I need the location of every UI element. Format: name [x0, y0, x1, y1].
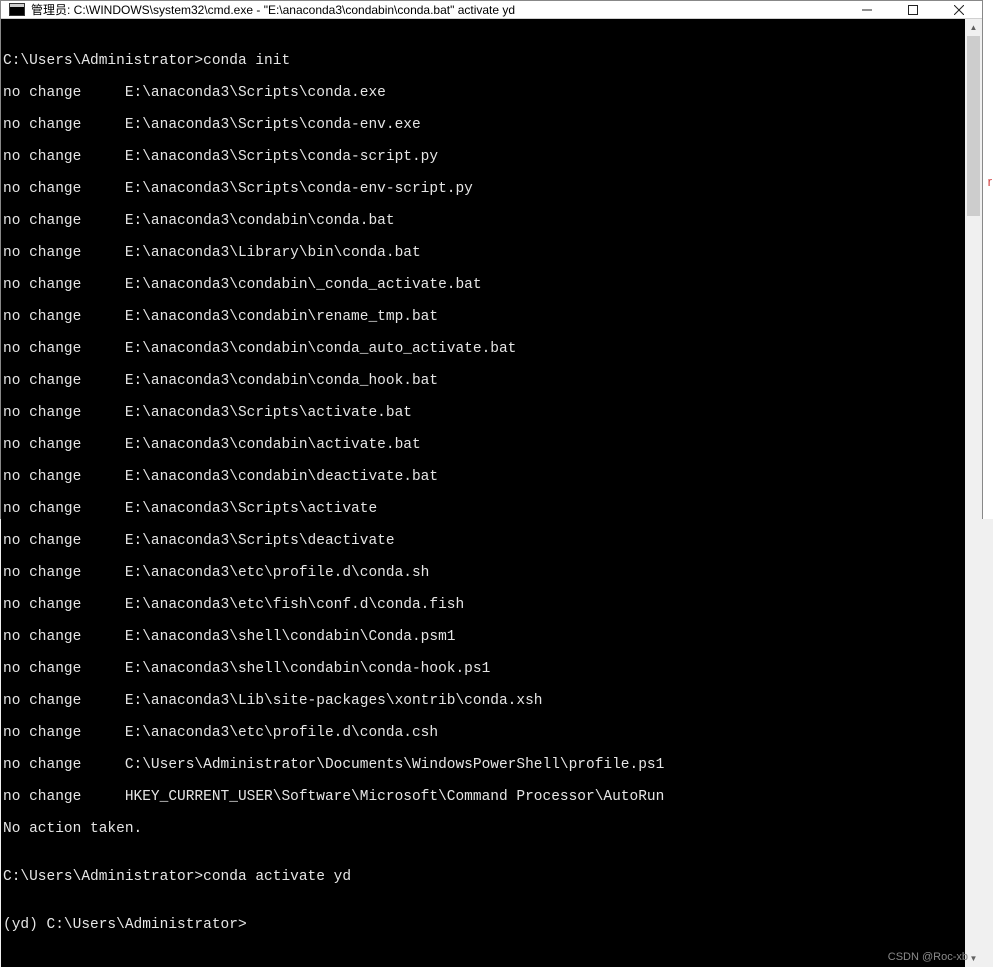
output-line: no change E:\anaconda3\condabin\rename_t… [3, 309, 965, 325]
maximize-button[interactable] [890, 1, 936, 18]
output-line: no change E:\anaconda3\condabin\conda_au… [3, 341, 965, 357]
output-line: no change E:\anaconda3\condabin\deactiva… [3, 469, 965, 485]
output-line: no change E:\anaconda3\condabin\conda.ba… [3, 213, 965, 229]
output-line: no change E:\anaconda3\Scripts\conda-env… [3, 181, 965, 197]
terminal[interactable]: C:\Users\Administrator>conda init no cha… [1, 19, 965, 967]
output-line: no change E:\anaconda3\Scripts\conda-env… [3, 117, 965, 133]
output-line: No action taken. [3, 821, 965, 837]
page-background-slice [983, 0, 993, 519]
terminal-area: C:\Users\Administrator>conda init no cha… [1, 19, 982, 967]
prompt-command: conda activate yd [203, 869, 351, 885]
output-line: no change E:\anaconda3\etc\profile.d\con… [3, 725, 965, 741]
output-line: no change E:\anaconda3\Scripts\activate.… [3, 405, 965, 421]
output-line: no change E:\anaconda3\condabin\activate… [3, 437, 965, 453]
output-line: no change E:\anaconda3\condabin\_conda_a… [3, 277, 965, 293]
output-line: no change E:\anaconda3\etc\fish\conf.d\c… [3, 597, 965, 613]
prompt-line: (yd) C:\Users\Administrator> [3, 917, 965, 933]
scrollbar[interactable]: ▲ ▼ [965, 19, 982, 967]
output-line: no change E:\anaconda3\shell\condabin\co… [3, 661, 965, 677]
window-controls [844, 1, 982, 18]
output-line: no change C:\Users\Administrator\Documen… [3, 757, 965, 773]
titlebar[interactable]: 管理员: C:\WINDOWS\system32\cmd.exe - "E:\a… [1, 1, 982, 19]
cmd-window: 管理员: C:\WINDOWS\system32\cmd.exe - "E:\a… [0, 0, 983, 519]
scroll-down-button[interactable]: ▼ [965, 950, 982, 967]
output-line: no change E:\anaconda3\Scripts\conda.exe [3, 85, 965, 101]
output-line: no change E:\anaconda3\shell\condabin\Co… [3, 629, 965, 645]
cmd-icon [9, 3, 25, 16]
prompt-line: C:\Users\Administrator>conda init [3, 53, 965, 69]
close-button[interactable] [936, 1, 982, 18]
cropped-text-fragment: r [988, 174, 992, 189]
minimize-button[interactable] [844, 1, 890, 18]
output-line: no change E:\anaconda3\etc\profile.d\con… [3, 565, 965, 581]
output-line: no change E:\anaconda3\Scripts\activate [3, 501, 965, 517]
prompt-path: C:\Users\Administrator> [3, 53, 203, 69]
output-line: no change E:\anaconda3\condabin\conda_ho… [3, 373, 965, 389]
prompt-line: C:\Users\Administrator>conda activate yd [3, 869, 965, 885]
output-line: no change E:\anaconda3\Lib\site-packages… [3, 693, 965, 709]
output-line: no change HKEY_CURRENT_USER\Software\Mic… [3, 789, 965, 805]
scroll-up-button[interactable]: ▲ [965, 19, 982, 36]
output-line: no change E:\anaconda3\Library\bin\conda… [3, 245, 965, 261]
output-line: no change E:\anaconda3\Scripts\conda-scr… [3, 149, 965, 165]
output-line: no change E:\anaconda3\Scripts\deactivat… [3, 533, 965, 549]
prompt-command: conda init [203, 53, 290, 69]
scroll-thumb[interactable] [967, 36, 980, 216]
prompt-path: C:\Users\Administrator> [3, 869, 203, 885]
window-title: 管理员: C:\WINDOWS\system32\cmd.exe - "E:\a… [31, 1, 844, 18]
